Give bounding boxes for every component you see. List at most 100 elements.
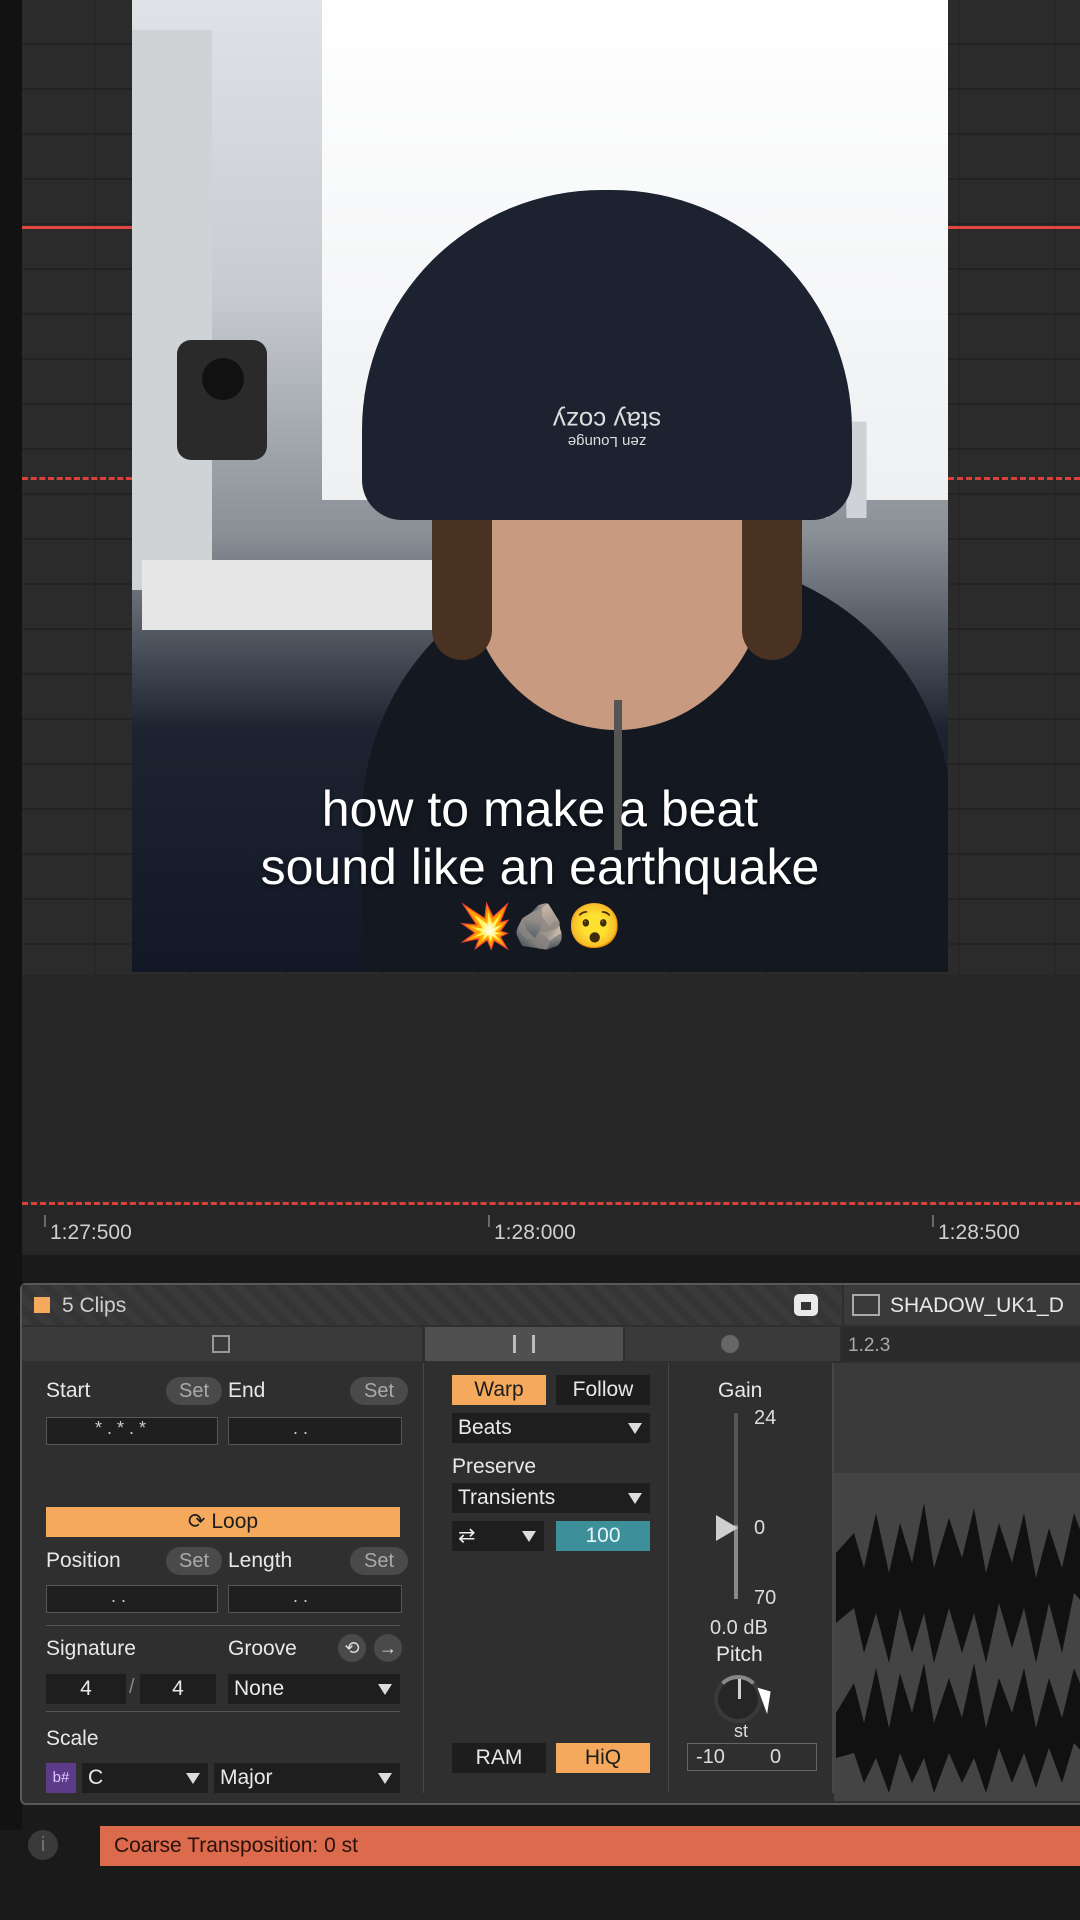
hiq-button[interactable]: HiQ xyxy=(556,1743,650,1773)
follow-button[interactable]: Follow xyxy=(556,1375,650,1405)
end-label: End xyxy=(228,1379,266,1402)
length-set-button[interactable]: Set xyxy=(350,1547,408,1575)
warp-button[interactable]: Warp xyxy=(452,1375,546,1405)
save-icon[interactable] xyxy=(794,1294,818,1316)
waveform-graphic xyxy=(834,1473,1080,1801)
signature-label: Signature xyxy=(46,1637,136,1660)
ruler-tick xyxy=(488,1215,490,1227)
divider xyxy=(46,1625,400,1626)
ram-button[interactable]: RAM xyxy=(452,1743,546,1773)
chevron-down-icon xyxy=(522,1531,536,1542)
end-set-button[interactable]: Set xyxy=(350,1377,408,1405)
beanie-subtext: zen Lounge xyxy=(567,433,647,450)
signature-numerator[interactable]: 4 xyxy=(46,1674,126,1704)
chevron-down-icon xyxy=(628,1423,642,1434)
tab-envelope[interactable] xyxy=(625,1327,840,1361)
groove-dropdown[interactable]: None xyxy=(228,1674,400,1704)
length-field[interactable]: . . xyxy=(228,1585,402,1613)
pitch-unit: st xyxy=(734,1721,749,1741)
clip-title: 5 Clips xyxy=(62,1294,127,1317)
sample-position: 1.2.3 xyxy=(848,1335,891,1356)
column-divider xyxy=(668,1363,669,1793)
locator-line xyxy=(948,226,1080,229)
scale-root-value: C xyxy=(88,1766,104,1789)
ruler-mark: 1:27:500 xyxy=(50,1221,132,1244)
start-set-button[interactable]: Set xyxy=(166,1377,222,1405)
groove-hotswap-icon[interactable]: ⟲ xyxy=(338,1634,366,1662)
end-value: . . xyxy=(293,1418,309,1438)
caption-emoji: 💥🪨😯 xyxy=(457,902,623,951)
groove-label: Groove xyxy=(228,1637,297,1660)
wall xyxy=(132,30,212,590)
fine-transpose-field[interactable]: 0 xyxy=(770,1746,781,1769)
coarse-transpose-field[interactable]: -10 xyxy=(696,1746,725,1769)
divider xyxy=(46,1711,400,1712)
loop-icon: ⟳ xyxy=(187,1510,212,1533)
loop-label: Loop xyxy=(211,1510,259,1533)
preserve-value: Transients xyxy=(458,1486,556,1509)
sample-name: SHADOW_UK1_D xyxy=(890,1294,1064,1317)
gain-label: Gain xyxy=(718,1379,763,1402)
warp-mode-dropdown[interactable]: Beats xyxy=(452,1413,650,1443)
start-label: Start xyxy=(46,1379,91,1402)
left-edge-strip xyxy=(0,0,22,1830)
start-value: * . * . * xyxy=(95,1418,147,1438)
ruler-mark: 1:28:500 xyxy=(938,1221,1020,1244)
groove-arrow-icon[interactable]: → xyxy=(374,1634,402,1662)
scale-label: Scale xyxy=(46,1727,99,1750)
transpose-fields: -10 0 xyxy=(687,1743,817,1771)
position-field[interactable]: . . xyxy=(46,1585,218,1613)
clip-color-swatch[interactable] xyxy=(34,1297,50,1313)
preserve-dropdown[interactable]: Transients xyxy=(452,1483,650,1513)
gain-zero: 0 xyxy=(754,1517,766,1539)
sample-ruler[interactable]: 1.2.3 xyxy=(842,1327,1080,1361)
groove-value: None xyxy=(234,1677,285,1700)
position-label: Position xyxy=(46,1549,121,1572)
position-set-button[interactable]: Set xyxy=(166,1547,222,1575)
track-lane[interactable] xyxy=(22,975,1080,1200)
sample-header: SHADOW_UK1_D xyxy=(844,1285,1080,1325)
tab-audio[interactable] xyxy=(425,1327,623,1361)
signature-separator: / xyxy=(129,1676,135,1698)
scale-mode-value: Major xyxy=(220,1766,273,1789)
chevron-down-icon xyxy=(378,1684,392,1695)
chevron-down-icon xyxy=(628,1493,642,1504)
ruler-tick xyxy=(932,1215,934,1227)
length-label: Length xyxy=(228,1549,293,1572)
position-value: . . xyxy=(111,1586,127,1606)
column-divider xyxy=(423,1363,424,1793)
chevron-down-icon xyxy=(186,1773,200,1784)
envelope-tab-icon xyxy=(721,1335,739,1353)
preserve-label: Preserve xyxy=(452,1455,537,1478)
scale-mode-dropdown[interactable]: Major xyxy=(214,1763,400,1793)
end-field[interactable]: . . xyxy=(228,1417,402,1445)
clip-header: 5 Clips xyxy=(22,1285,842,1325)
beanie-text: stay cozy xyxy=(552,406,662,436)
loop-mode-dropdown[interactable]: ⇄ xyxy=(452,1521,544,1551)
ruler-tick xyxy=(44,1215,46,1227)
gain-max: 24 xyxy=(754,1407,777,1429)
signature-denominator[interactable]: 4 xyxy=(140,1674,216,1704)
caption-line-2: sound like an earthquake xyxy=(260,839,820,895)
start-field[interactable]: * . * . * xyxy=(46,1417,218,1445)
scale-mode-icon[interactable]: b# xyxy=(46,1763,76,1793)
gain-slider-handle[interactable] xyxy=(716,1515,738,1541)
scale-root-dropdown[interactable]: C xyxy=(82,1763,208,1793)
transient-amount[interactable]: 100 xyxy=(556,1521,650,1551)
warp-mode-value: Beats xyxy=(458,1416,512,1439)
timeline-ruler[interactable]: 1:27:500 1:28:000 1:28:500 xyxy=(22,1205,1080,1255)
gain-value: 0.0 dB xyxy=(710,1617,768,1639)
clip-tab-icon xyxy=(212,1335,230,1353)
loop-button[interactable]: ⟳ Loop xyxy=(46,1507,400,1537)
video-caption: how to make a beat sound like an earthqu… xyxy=(132,780,948,896)
pitch-knob[interactable] xyxy=(714,1675,762,1723)
info-icon[interactable]: i xyxy=(28,1830,58,1860)
pitch-label: Pitch xyxy=(716,1643,763,1666)
sample-waveform[interactable] xyxy=(834,1363,1080,1801)
loop-marker-line xyxy=(948,477,1080,480)
waveform-tab-icon xyxy=(513,1335,535,1353)
caption-line-1: how to make a beat xyxy=(321,781,759,837)
studio-speaker xyxy=(177,340,267,460)
chevron-down-icon xyxy=(378,1773,392,1784)
tab-clip[interactable] xyxy=(22,1327,422,1361)
